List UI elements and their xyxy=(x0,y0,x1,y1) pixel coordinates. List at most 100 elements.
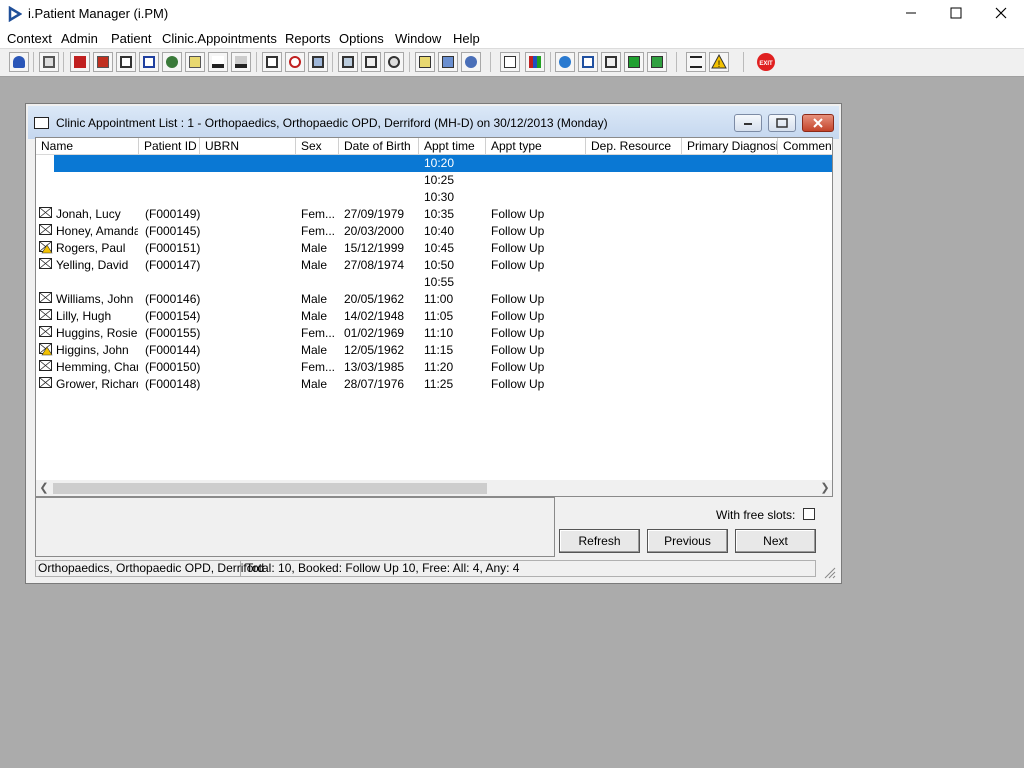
menu-window[interactable]: Window xyxy=(395,31,441,46)
cell-name: Jonah, Lucy xyxy=(56,207,121,221)
chart-icon[interactable] xyxy=(525,52,545,72)
cell-name: Grower, Richard xyxy=(56,377,138,391)
menu-clinic-appointments[interactable]: Clinic.Appointments xyxy=(162,31,277,46)
refresh-green-icon[interactable] xyxy=(624,52,644,72)
toolbar-separator xyxy=(676,52,677,72)
cell-appt-time: 10:45 xyxy=(424,241,455,255)
nurse-icon[interactable] xyxy=(461,52,481,72)
refresh-button[interactable]: Refresh xyxy=(559,529,640,553)
close-button[interactable] xyxy=(978,0,1024,28)
doctor-icon[interactable] xyxy=(162,52,182,72)
resize-grip-icon[interactable] xyxy=(822,565,836,579)
app-titlebar: i.Patient Manager (i.PM) xyxy=(0,0,1024,28)
toolbar-separator xyxy=(63,52,64,72)
column-header-primary-diagnosis[interactable]: Primary Diagnosis xyxy=(682,138,778,154)
table-row[interactable]: Huggins, Rosie (F000155) Fem... 01/02/1969 1… xyxy=(36,325,832,342)
notes-icon[interactable] xyxy=(185,52,205,72)
column-header-comments[interactable]: Comments xyxy=(778,138,832,154)
table-row[interactable]: Yelling, David (F000147) Male 27/08/1974 10:… xyxy=(36,257,832,274)
bed-icon[interactable] xyxy=(438,52,458,72)
time-icon[interactable] xyxy=(384,52,404,72)
edit-icon[interactable] xyxy=(93,52,113,72)
book-icon[interactable] xyxy=(70,52,90,72)
menu-help[interactable]: Help xyxy=(453,31,480,46)
warning-icon[interactable]: ! xyxy=(709,52,729,72)
refresh-arrows-icon[interactable] xyxy=(647,52,667,72)
table-row[interactable]: 10:30 xyxy=(36,189,832,206)
transport-icon[interactable] xyxy=(231,52,251,72)
table-row[interactable]: 10:55 xyxy=(36,274,832,291)
cell-appt-time: 10:40 xyxy=(424,224,455,238)
appointment-list[interactable]: Name Patient ID UBRN Sex Date of Birth A… xyxy=(35,137,833,497)
table-row[interactable]: 10:20 xyxy=(54,155,832,172)
list-header: Name Patient ID UBRN Sex Date of Birth A… xyxy=(36,138,832,155)
cell-appt-time: 10:35 xyxy=(424,207,455,221)
menu-context[interactable]: Context xyxy=(7,31,52,46)
clock-icon[interactable] xyxy=(285,52,305,72)
appointment-warning-icon xyxy=(39,241,53,254)
minimize-button[interactable] xyxy=(888,0,934,28)
scroll-left-icon[interactable]: ❮ xyxy=(39,483,49,494)
scroll-right-icon[interactable]: ❯ xyxy=(820,483,830,494)
cell-sex: Fem... xyxy=(301,360,336,374)
appointment-icon[interactable] xyxy=(262,52,282,72)
user-icon[interactable] xyxy=(9,52,29,72)
maximize-button[interactable] xyxy=(933,0,979,28)
table-row[interactable]: 10:25 xyxy=(36,172,832,189)
window-restore-button[interactable] xyxy=(768,114,796,132)
table-row[interactable]: Jonah, Lucy (F000149) Fem... 27/09/1979 10:3… xyxy=(36,206,832,223)
previous-button[interactable]: Previous xyxy=(647,529,728,553)
table-row[interactable]: Higgins, John (F000144) Male 12/05/1962 11:1… xyxy=(36,342,832,359)
window-minimize-button[interactable] xyxy=(734,114,762,132)
cell-patient-id: (F000155) xyxy=(145,326,201,340)
menu-admin[interactable]: Admin xyxy=(61,31,98,46)
column-header-date-of-birth[interactable]: Date of Birth xyxy=(339,138,419,154)
screen-icon[interactable] xyxy=(308,52,328,72)
menu-patient[interactable]: Patient xyxy=(111,31,151,46)
column-header-appt-time[interactable]: Appt time xyxy=(419,138,486,154)
table-row[interactable]: Honey, Amanda (F000145) Fem... 20/03/2000 10… xyxy=(36,223,832,240)
table-row[interactable]: Rogers, Paul (F000151) Male 15/12/1999 10:45… xyxy=(36,240,832,257)
table-row[interactable]: Williams, John (F000146) Male 20/05/1962 11:… xyxy=(36,291,832,308)
horizontal-scrollbar[interactable]: ❮ ❯ xyxy=(36,480,832,496)
table-row[interactable]: Lilly, Hugh (F000154) Male 14/02/1948 11:05 F… xyxy=(36,308,832,325)
print-icon[interactable] xyxy=(39,52,59,72)
notepad-icon[interactable] xyxy=(415,52,435,72)
cell-patient-id: (F000148) xyxy=(145,377,201,391)
next-button[interactable]: Next xyxy=(735,529,816,553)
menu-options[interactable]: Options xyxy=(339,31,384,46)
cell-date-of-birth: 12/05/1962 xyxy=(344,343,405,357)
svg-text:EXIT: EXIT xyxy=(759,61,773,67)
globe-icon[interactable] xyxy=(555,52,575,72)
table-row[interactable]: Hemming, Char... (F000150) Fem... 13/03/198… xyxy=(36,359,832,376)
cell-appt-type: Follow Up xyxy=(491,360,545,374)
column-header-name[interactable]: Name xyxy=(36,138,139,154)
letter-icon[interactable] xyxy=(139,52,159,72)
cell-appt-time: 11:00 xyxy=(424,292,454,306)
column-header-patient-id[interactable]: Patient ID xyxy=(139,138,200,154)
ambulance-icon[interactable] xyxy=(208,52,228,72)
menu-reports[interactable]: Reports xyxy=(285,31,331,46)
exit-icon[interactable]: EXIT xyxy=(756,52,776,72)
toolbar-separator xyxy=(409,52,410,72)
column-header-sex[interactable]: Sex xyxy=(296,138,339,154)
cell-appt-time: 11:10 xyxy=(424,326,454,340)
swap-icon[interactable] xyxy=(686,52,706,72)
cell-date-of-birth: 28/07/1976 xyxy=(344,377,405,391)
free-slots-checkbox[interactable] xyxy=(803,508,815,520)
envelope-icon[interactable] xyxy=(578,52,598,72)
form-icon[interactable] xyxy=(361,52,381,72)
clinic-appointment-window: Clinic Appointment List : 1 - Orthopaedi… xyxy=(25,103,842,584)
status-location: Orthopaedics, Orthopaedic OPD, Derriford xyxy=(38,561,265,576)
column-header-appt-type[interactable]: Appt type xyxy=(486,138,586,154)
cell-name: Williams, John xyxy=(56,292,134,306)
schedule-icon[interactable] xyxy=(338,52,358,72)
scrollbar-thumb[interactable] xyxy=(53,483,487,494)
list-icon[interactable] xyxy=(116,52,136,72)
column-header-dep-resource[interactable]: Dep. Resource xyxy=(586,138,682,154)
document-icon[interactable] xyxy=(500,52,520,72)
transfer-icon[interactable] xyxy=(601,52,621,72)
window-close-button[interactable] xyxy=(802,114,834,132)
column-header-ubrn[interactable]: UBRN xyxy=(200,138,296,154)
table-row[interactable]: Grower, Richard (F000148) Male 28/07/1976 11… xyxy=(36,376,832,393)
